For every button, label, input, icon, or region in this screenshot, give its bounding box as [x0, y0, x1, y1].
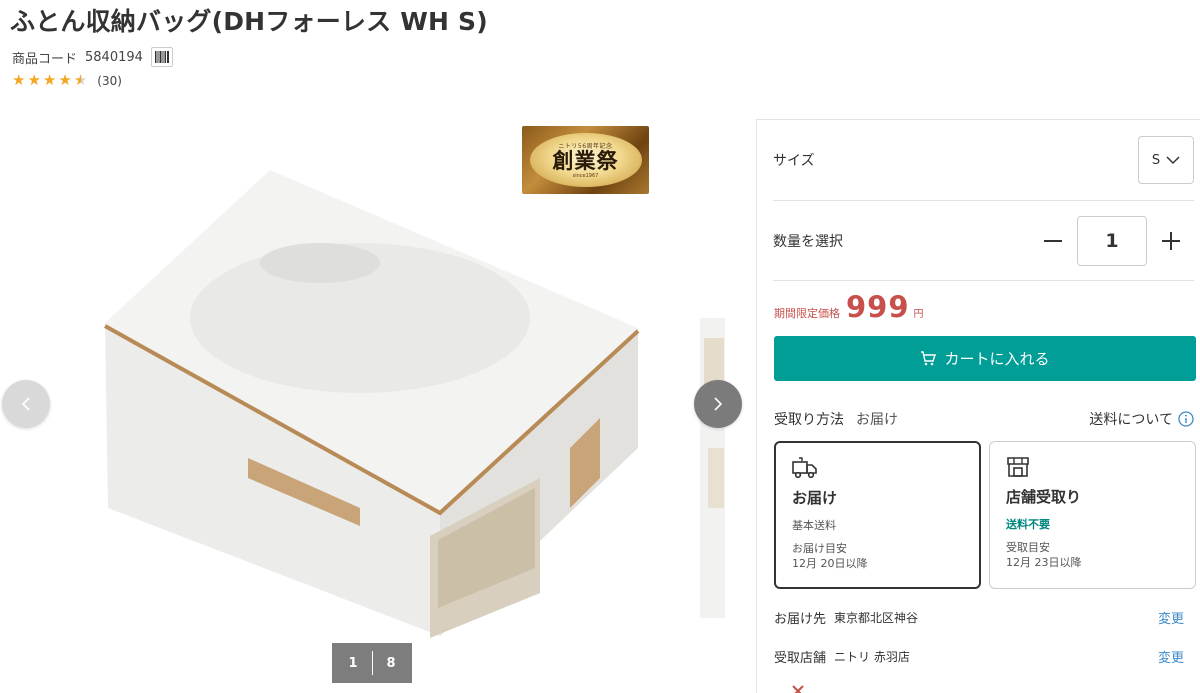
- divider: [773, 200, 1194, 201]
- pickup-store-label: 受取店舗: [774, 651, 827, 666]
- card-eta-value: 12月 23日以降: [1006, 556, 1082, 570]
- chevron-left-icon: [21, 397, 30, 411]
- divider: [773, 280, 1194, 281]
- previous-image-button[interactable]: [2, 380, 50, 428]
- change-destination-link[interactable]: 変更: [1158, 608, 1184, 627]
- store-pickup-option-card[interactable]: 店舗受取り 送料不要 受取目安 12月 23日以降: [989, 441, 1196, 589]
- info-icon: [1178, 411, 1194, 427]
- destination-label: お届け先: [774, 612, 827, 627]
- card-fee: 送料不要: [1006, 518, 1050, 531]
- minus-icon: [1044, 240, 1062, 242]
- anniversary-badge: ニトリ56周年記念 創業祭 since1967: [522, 126, 649, 194]
- star-icon: ★: [42, 71, 57, 89]
- half-star-icon: ★: [73, 71, 88, 89]
- next-section-partial: [791, 684, 805, 693]
- price-currency: 円: [913, 309, 924, 320]
- card-title: 店舗受取り: [1006, 488, 1082, 506]
- price-label: 期間限定価格: [774, 307, 840, 320]
- star-icon: ★: [27, 71, 41, 89]
- close-icon: [792, 685, 804, 693]
- add-to-cart-button[interactable]: カートに入れる: [774, 336, 1196, 381]
- size-select[interactable]: S: [1138, 136, 1194, 184]
- size-value: S: [1151, 152, 1161, 168]
- card-fee: 基本送料: [792, 519, 836, 532]
- card-eta: 受取目安 12月 23日以降: [1006, 540, 1179, 571]
- badge-bottom-text: since1967: [572, 172, 599, 179]
- card-title: お届け: [792, 489, 838, 507]
- product-code-value: 5840194: [85, 49, 143, 65]
- card-eta-label: 受取目安: [1006, 541, 1050, 554]
- card-eta-label: お届け目安: [792, 542, 847, 555]
- shipping-info-link[interactable]: 送料について: [1089, 409, 1194, 429]
- purchase-panel: サイズ S 数量を選択 期間限定価格 999 円 カートに入れる: [756, 119, 1200, 693]
- card-eta-value: 12月 20日以降: [792, 557, 868, 571]
- rating-count[interactable]: (30): [97, 74, 122, 88]
- delivery-option-card[interactable]: お届け 基本送料 お届け目安 12月 20日以降: [774, 441, 981, 589]
- pager-total: 8: [386, 655, 396, 671]
- badge-main-text: 創業祭: [552, 148, 619, 174]
- pickup-store-row: 受取店舗 ニトリ 赤羽店 変更: [774, 647, 1184, 666]
- cart-icon: [921, 351, 937, 366]
- quantity-input[interactable]: [1077, 216, 1147, 266]
- badge-emblem: ニトリ56周年記念 創業祭 since1967: [529, 133, 642, 187]
- price-value: 999: [846, 290, 910, 324]
- barcode-icon: [154, 51, 169, 63]
- shipping-info-label: 送料について: [1089, 412, 1173, 428]
- quantity-label: 数量を選択: [773, 234, 843, 250]
- pager-divider: [371, 651, 373, 675]
- size-label: サイズ: [773, 153, 815, 169]
- product-code-row: 商品コード 5840194: [12, 47, 173, 67]
- pickup-store-value: ニトリ 赤羽店: [834, 650, 910, 664]
- image-pager: 1 8: [332, 643, 412, 683]
- quantity-decrease-button[interactable]: [1038, 226, 1068, 256]
- chevron-down-icon: [1166, 156, 1180, 165]
- delivery-method-value: お届け: [856, 412, 898, 428]
- change-store-link[interactable]: 変更: [1158, 647, 1184, 666]
- product-title: ふとん収納バッグ(DHフォーレス WH S): [10, 7, 488, 36]
- product-code-label: 商品コード: [12, 51, 78, 67]
- pager-current: 1: [348, 655, 358, 671]
- store-icon: [1006, 454, 1179, 480]
- star-icon: ★: [12, 71, 26, 89]
- size-row: サイズ: [773, 136, 1194, 184]
- card-eta: お届け目安 12月 20日以降: [792, 541, 963, 572]
- product-image: [104, 170, 640, 638]
- delivery-method-label: 受取り方法: [774, 412, 844, 428]
- destination-value: 東京都北区神谷: [834, 611, 919, 625]
- plus-icon: [1162, 232, 1180, 250]
- quantity-increase-button[interactable]: [1156, 226, 1186, 256]
- rating-row[interactable]: ★ ★ ★ ★ ★ (30): [12, 73, 122, 88]
- delivery-method-row: 受取り方法 お届け 送料について: [774, 409, 1194, 429]
- next-image-preview: [700, 318, 725, 618]
- next-image-button[interactable]: [694, 380, 742, 428]
- product-gallery: ニトリ56周年記念 創業祭 since1967 1 8: [0, 118, 755, 693]
- truck-icon: [792, 455, 963, 481]
- destination-row: お届け先 東京都北区神谷 変更: [774, 608, 1184, 627]
- add-to-cart-label: カートに入れる: [944, 350, 1050, 368]
- star-icon: ★: [58, 71, 72, 89]
- barcode-button[interactable]: [150, 47, 173, 67]
- chevron-right-icon: [714, 397, 723, 411]
- price-row: 期間限定価格 999 円: [774, 290, 924, 324]
